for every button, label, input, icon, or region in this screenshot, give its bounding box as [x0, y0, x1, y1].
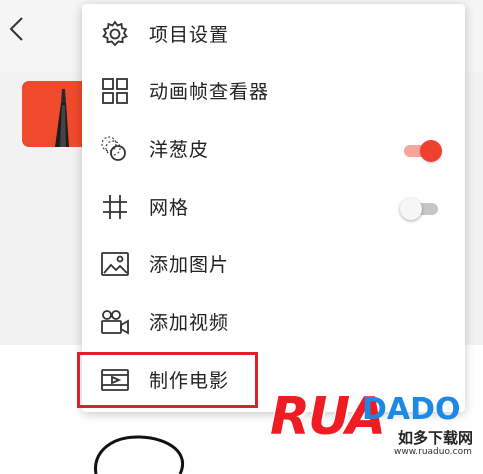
menu-item-add-video[interactable]: 添加视频: [82, 294, 465, 350]
menu-item-label: 添加视频: [149, 312, 230, 334]
menu-item-grid[interactable]: 网格: [82, 179, 465, 235]
menu-item-label: 洋葱皮: [149, 139, 210, 161]
menu-item-label: 项目设置: [149, 24, 230, 46]
video-camera-icon: [101, 310, 129, 335]
grid-toggle[interactable]: [400, 196, 444, 222]
menu-item-onion-skin[interactable]: 洋葱皮: [82, 121, 465, 177]
canvas-stroke: [94, 435, 184, 474]
menu-item-add-image[interactable]: 添加图片: [82, 236, 465, 292]
options-menu: 项目设置 动画帧查看器 洋葱皮 网格 添加图片 添加视频 制作电影: [82, 4, 465, 412]
toggle-knob: [420, 140, 442, 162]
gear-icon: [102, 20, 128, 47]
grid-lines-icon: [103, 195, 127, 219]
site-watermark: RUA DADO 如多下载网 www.ruaduo.com: [270, 387, 483, 474]
onion-skin-toggle[interactable]: [400, 138, 444, 164]
watermark-site-url: www.ruaduo.com: [394, 447, 472, 457]
menu-item-frame-viewer[interactable]: 动画帧查看器: [82, 63, 465, 119]
watermark-logo-accent: DADO: [362, 392, 461, 427]
image-icon: [101, 252, 129, 276]
grid-icon: [102, 78, 128, 104]
menu-item-project-settings[interactable]: 项目设置: [82, 6, 465, 62]
onion-skin-icon: [101, 136, 126, 161]
back-chevron-icon[interactable]: [6, 14, 26, 44]
toggle-knob: [400, 198, 422, 220]
menu-item-label: 动画帧查看器: [149, 81, 270, 103]
menu-item-label: 添加图片: [149, 254, 230, 276]
highlight-box: [77, 352, 258, 408]
menu-item-label: 网格: [149, 197, 190, 219]
watermark-site-name: 如多下载网: [398, 429, 474, 447]
